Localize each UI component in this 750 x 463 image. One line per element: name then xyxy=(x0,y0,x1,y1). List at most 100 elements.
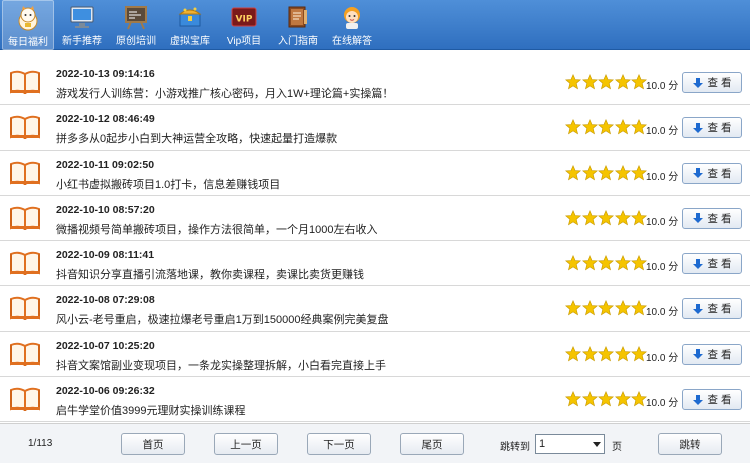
toolbar-item-2[interactable]: 原创培训 xyxy=(110,0,162,50)
item-title: 抖音文案馆副业变现项目，一条龙实操整理拆解，小白看完直接上手 xyxy=(56,359,386,372)
list-item: 2022-10-10 08:57:20 微播视频号简单搬砖项目，操作方法很简单，一… xyxy=(0,196,750,242)
item-date: 2022-10-09 08:11:41 xyxy=(56,249,155,262)
toolbar-item-label: 入门指南 xyxy=(278,36,318,47)
item-score: 10.0 分 xyxy=(646,398,679,410)
rating-stars xyxy=(564,119,648,138)
toolbar-item-4[interactable]: VIP Vip项目 xyxy=(218,0,270,50)
toolbar-item-0[interactable]: 每日福利 xyxy=(2,0,54,50)
star-icon xyxy=(614,300,632,319)
star-icon xyxy=(597,300,615,319)
guide-book-icon xyxy=(285,4,311,30)
list-item: 2022-10-13 09:14:16 游戏发行人训练营：小游戏推广核心密码，月入… xyxy=(0,60,750,106)
item-title: 游戏发行人训练营：小游戏推广核心密码，月入1W+理论篇+实操篇！ xyxy=(56,88,394,100)
star-icon xyxy=(564,391,582,410)
star-icon xyxy=(614,73,632,93)
book-icon xyxy=(9,387,41,412)
rating-stars xyxy=(564,345,648,365)
star-icon xyxy=(614,345,632,365)
view-button[interactable]: 查 看 xyxy=(682,298,742,320)
book-icon xyxy=(9,161,41,186)
support-girl-icon xyxy=(339,4,365,30)
star-icon xyxy=(614,255,632,274)
course-list: 2022-10-13 09:14:16 游戏发行人训练营：小游戏推广核心密码，月入… xyxy=(0,60,750,423)
last-page-button[interactable]: 尾页 xyxy=(400,433,464,455)
rating-stars xyxy=(564,73,648,93)
toolbar-item-5[interactable]: 入门指南 xyxy=(272,0,324,50)
view-button-label: 查 看 xyxy=(707,258,732,271)
item-date: 2022-10-11 09:02:50 xyxy=(56,158,155,171)
toolbar-item-label: 虚拟宝库 xyxy=(170,36,210,47)
toolbar-item-6[interactable]: 在线解答 xyxy=(326,0,378,50)
view-button[interactable]: 查 看 xyxy=(682,389,742,411)
toolbar-item-label: 原创培训 xyxy=(116,36,156,47)
star-icon xyxy=(581,391,599,410)
star-icon xyxy=(564,209,582,229)
view-button-label: 查 看 xyxy=(707,212,732,225)
star-icon xyxy=(564,345,582,365)
star-icon xyxy=(564,164,582,184)
list-item: 2022-10-07 10:25:20 抖音文案馆副业变现项目，一条龙实操整理拆解… xyxy=(0,332,750,378)
first-page-button[interactable]: 首页 xyxy=(121,433,185,455)
view-button[interactable]: 查 看 xyxy=(682,117,742,139)
item-title: 小红书虚拟搬砖项目1.0打卡，信息差赚钱项目 xyxy=(56,178,281,191)
toolbar-item-1[interactable]: 新手推荐 xyxy=(56,0,108,50)
item-score: 10.0 分 xyxy=(646,262,679,274)
prev-page-button[interactable]: 上一页 xyxy=(214,433,278,455)
rating-stars xyxy=(564,255,648,274)
view-button-label: 查 看 xyxy=(707,303,732,316)
item-score: 10.0 分 xyxy=(646,126,679,138)
top-toolbar: 每日福利 新手推荐 原创培训 虚拟宝库 VIP Vip项目 入门指南 在线解答 xyxy=(0,0,750,50)
star-icon xyxy=(564,119,582,138)
star-icon xyxy=(581,119,599,138)
star-icon xyxy=(597,209,615,229)
star-icon xyxy=(614,391,632,410)
view-button-label: 查 看 xyxy=(707,394,732,407)
view-button[interactable]: 查 看 xyxy=(682,72,742,93)
list-item: 2022-10-06 09:26:32 启牛学堂价值3999元理财实操训练课程 10… xyxy=(0,377,750,423)
list-item: 2022-10-11 09:02:50 小红书虚拟搬砖项目1.0打卡，信息差赚钱项… xyxy=(0,151,750,196)
item-score: 10.0 分 xyxy=(646,81,679,92)
download-arrow-icon xyxy=(692,394,703,405)
item-title: 微播视频号简单搬砖项目，操作方法很简单，一个月1000左右收入 xyxy=(56,223,378,236)
list-item: 2022-10-12 08:46:49 拼多多从0起步小白到大神运营全攻略，快速起… xyxy=(0,105,750,151)
rating-stars xyxy=(564,391,648,410)
download-arrow-icon xyxy=(692,77,703,88)
chalkboard-icon xyxy=(123,4,149,30)
download-arrow-icon xyxy=(692,213,703,224)
view-button[interactable]: 查 看 xyxy=(682,343,742,365)
item-date: 2022-10-13 09:14:16 xyxy=(56,68,155,80)
view-button[interactable]: 查 看 xyxy=(682,207,742,229)
star-icon xyxy=(597,391,615,410)
view-button[interactable]: 查 看 xyxy=(682,162,742,184)
page-select[interactable]: 1 xyxy=(535,434,605,454)
item-date: 2022-10-12 08:46:49 xyxy=(56,113,155,126)
item-score: 10.0 分 xyxy=(646,307,679,319)
download-arrow-icon xyxy=(692,349,703,360)
download-arrow-icon xyxy=(692,168,703,179)
jump-button[interactable]: 跳转 xyxy=(658,433,722,455)
star-icon xyxy=(614,209,632,229)
item-score: 10.0 分 xyxy=(646,171,679,183)
toolbar-item-label: 新手推荐 xyxy=(62,36,102,47)
star-icon xyxy=(564,300,582,319)
view-button[interactable]: 查 看 xyxy=(682,253,742,275)
book-icon xyxy=(9,70,41,95)
svg-text:VIP: VIP xyxy=(236,15,253,25)
star-icon xyxy=(614,119,632,138)
star-icon xyxy=(581,209,599,229)
rating-stars xyxy=(564,209,648,229)
toolbar-item-3[interactable]: 虚拟宝库 xyxy=(164,0,216,50)
item-score: 10.0 分 xyxy=(646,352,679,364)
item-title: 抖音知识分享直播引流落地课，教你卖课程，卖课比卖货更赚钱 xyxy=(56,269,364,282)
item-title: 拼多多从0起步小白到大神运营全攻略，快速起量打造爆款 xyxy=(56,133,338,146)
treasure-box-icon xyxy=(177,4,203,30)
item-score: 10.0 分 xyxy=(646,216,679,228)
book-icon xyxy=(9,206,41,231)
next-page-button[interactable]: 下一页 xyxy=(307,433,371,455)
view-button-label: 查 看 xyxy=(707,348,732,361)
star-icon xyxy=(597,119,615,138)
star-icon xyxy=(597,164,615,184)
star-icon xyxy=(564,255,582,274)
item-date: 2022-10-07 10:25:20 xyxy=(56,339,155,352)
book-icon xyxy=(9,296,41,322)
